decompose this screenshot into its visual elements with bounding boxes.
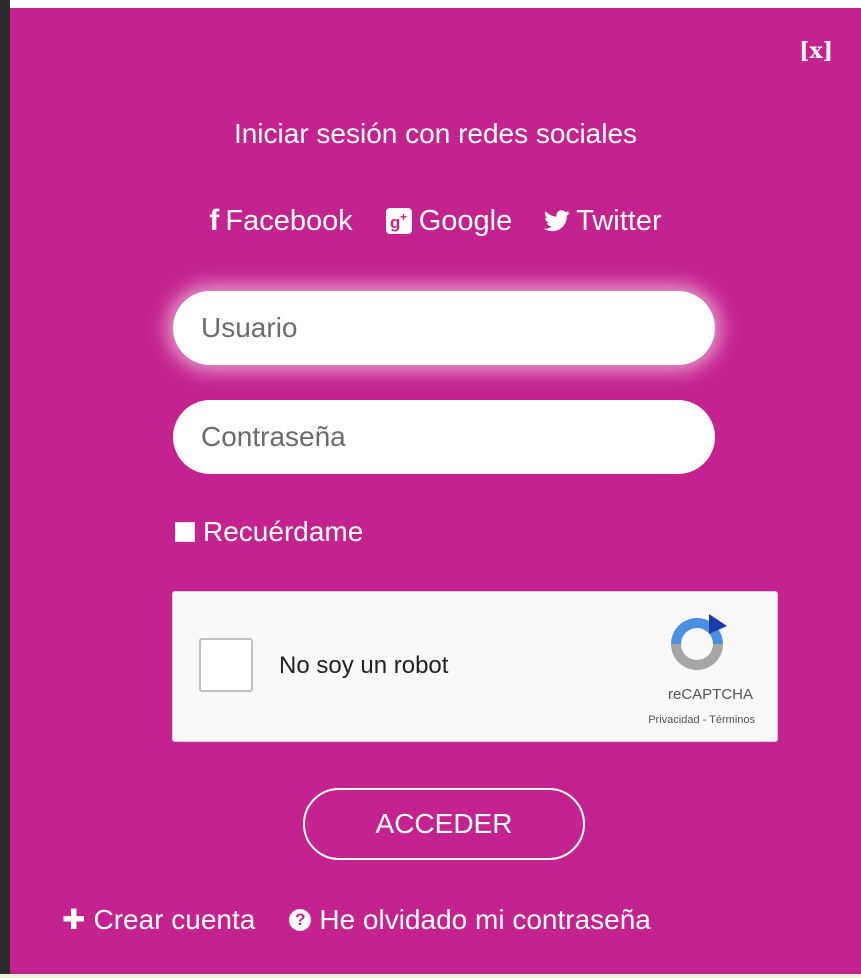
svg-text:+: + <box>400 210 407 224</box>
remember-me-label: Recuérdame <box>203 516 364 547</box>
forgot-password-label: He olvidado mi contraseña <box>319 904 651 935</box>
username-input[interactable] <box>173 291 715 365</box>
facebook-label: Facebook <box>225 204 353 237</box>
facebook-login-link[interactable]: f Facebook <box>209 204 352 238</box>
plus-icon: ✚ <box>62 904 86 935</box>
close-button[interactable]: [x] <box>799 38 833 64</box>
recaptcha-checkbox[interactable] <box>199 638 253 692</box>
remember-me[interactable]: Recuérdame <box>175 516 363 548</box>
svg-text:g: g <box>390 213 400 232</box>
twitter-icon <box>544 210 570 232</box>
password-input[interactable] <box>173 400 715 474</box>
social-login-title: Iniciar sesión con redes sociales <box>233 118 638 149</box>
google-plus-icon: g + <box>385 207 413 235</box>
footer-links: ✚ Crear cuenta ? He olvidado mi contrase… <box>62 904 651 936</box>
google-login-link[interactable]: g + Google <box>385 204 513 238</box>
facebook-icon: f <box>209 204 220 237</box>
create-account-label: Crear cuenta <box>93 904 256 935</box>
forgot-password-link[interactable]: ? He olvidado mi contraseña <box>289 904 651 936</box>
question-circle-icon: ? <box>289 909 312 931</box>
twitter-login-link[interactable]: Twitter <box>544 204 662 238</box>
recaptcha-label: No soy un robot <box>279 652 449 679</box>
recaptcha-brand: reCAPTCHA <box>667 686 753 703</box>
backdrop-top-edge <box>10 0 861 8</box>
recaptcha-logo-icon <box>665 612 729 681</box>
recaptcha-widget: No soy un robot reCAPTCHA Privacidad - T… <box>172 591 778 742</box>
backdrop-left-edge <box>0 0 10 974</box>
backdrop-bottom-edge <box>0 974 861 978</box>
recaptcha-privacy-terms-links[interactable]: Privacidad - Términos <box>648 714 755 726</box>
create-account-link[interactable]: ✚ Crear cuenta <box>62 904 255 936</box>
remember-me-checkbox[interactable] <box>175 522 195 542</box>
twitter-label: Twitter <box>576 204 662 237</box>
social-login-links: f Facebook g + Google Twitter <box>10 204 861 238</box>
submit-button[interactable]: ACCEDER <box>303 788 585 860</box>
google-label: Google <box>418 204 513 237</box>
login-modal: [x] Iniciar sesión con redes sociales f … <box>10 8 861 974</box>
